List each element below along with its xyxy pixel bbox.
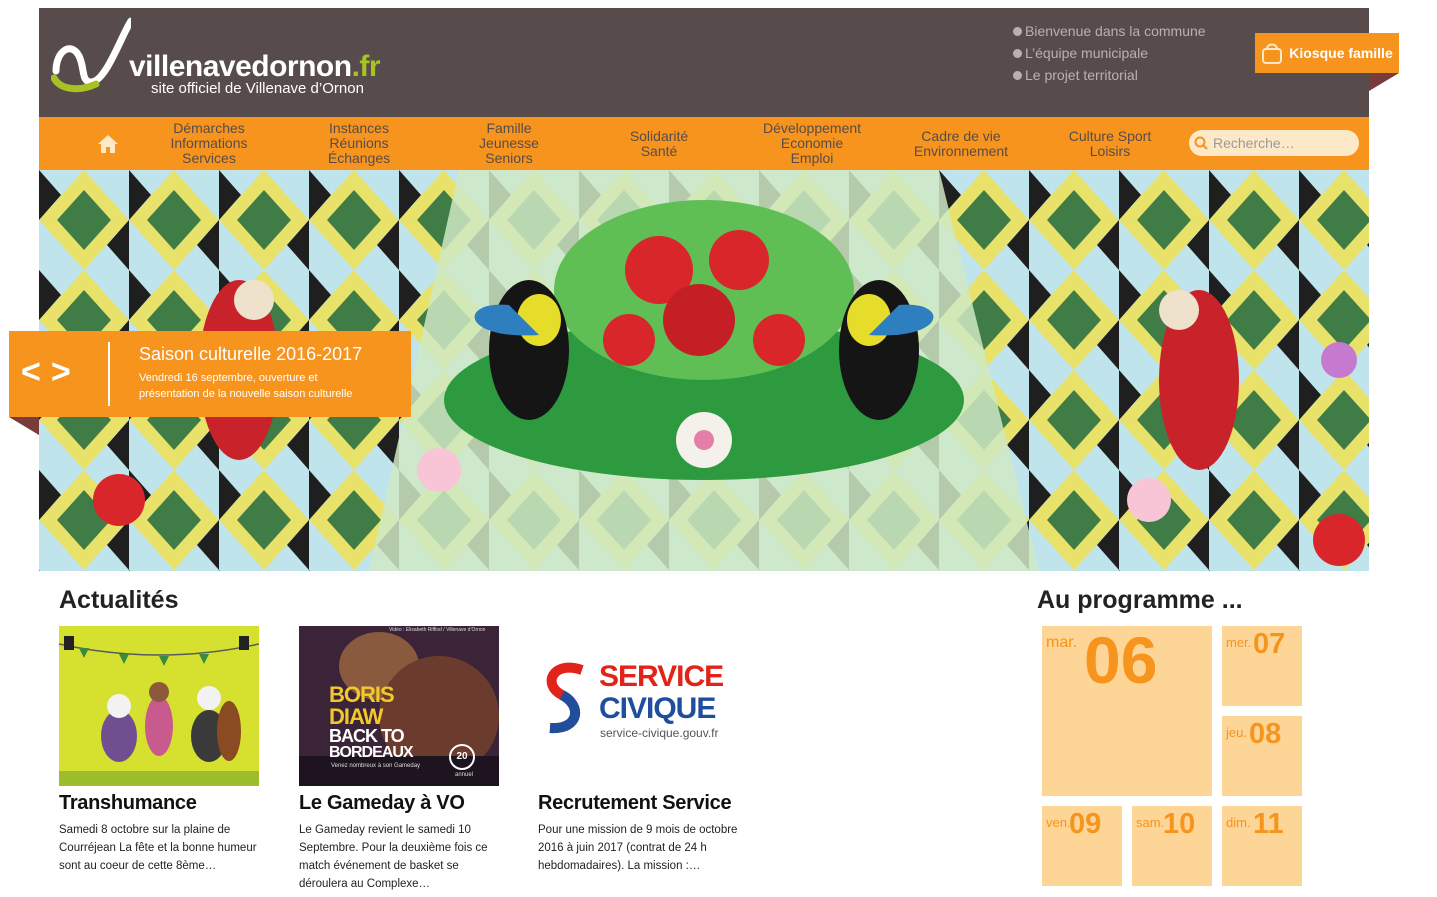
news-title[interactable]: Transhumance [59,792,259,815]
logo-tagline: site officiel de Villenave d’Ornon [151,80,364,97]
bullet-icon [1013,71,1022,80]
nav-item-culture[interactable]: Culture Sport Loisirs [1046,117,1174,170]
slider-caption: < > Saison culturelle 2016-2017 Vendredi… [9,331,411,417]
gameday-badge-sub: annuel [455,772,474,778]
top-links: Bienvenue dans la commune L’équipe munic… [1013,20,1206,86]
day-number: 07 [1253,628,1286,660]
ribbon-fold [1369,73,1399,91]
slider-arrows: < > [21,355,71,389]
nav-item-solidarite[interactable]: Solidarité Santé [595,117,723,170]
slide-title[interactable]: Saison culturelle 2016-2017 [139,344,362,365]
main-nav: Démarches Informations Services Instance… [39,117,1369,170]
news-excerpt: Pour une mission de 9 mois de octobre 20… [538,824,738,872]
weekday-label: jeu. [1226,725,1247,740]
weekday-label: sam. [1136,815,1165,830]
gameday-line5: Venez nombreux à son Gameday [331,763,421,769]
day-number: 11 [1253,808,1284,840]
site-logo[interactable]: villenavedornon.fr site officiel de Vill… [51,16,391,106]
agenda-heading: Au programme ... [1037,586,1243,614]
news-excerpt: Samedi 8 octobre sur la plaine de Courré… [59,824,257,872]
slider-next-button[interactable]: > [51,355,71,389]
logo-tld: .fr [351,50,381,83]
nav-item-famille[interactable]: Famille Jeunesse Seniors [445,117,573,170]
logo-mark-icon [51,17,131,93]
top-link-label: Bienvenue dans la commune [1025,23,1206,39]
nav-item-cadre-de-vie[interactable]: Cadre de vie Environnement [897,117,1025,170]
top-link-projet[interactable]: Le projet territorial [1013,64,1206,86]
service-civique-line2: CIVIQUE [599,692,716,725]
weekday-label: mer. [1226,635,1252,650]
transhumance-illustration [59,626,259,786]
bullet-icon [1013,27,1022,36]
top-link-label: L’équipe municipale [1025,45,1148,61]
nav-item-instances[interactable]: Instances Réunions Échanges [295,117,423,170]
agenda-day-11[interactable]: dim. 11 [1222,806,1302,886]
kiosque-famille-button[interactable]: Kiosque famille [1255,33,1399,73]
gameday-line4: BORDEAUX [329,744,414,761]
logo-name: villenavedornon [129,50,352,83]
top-link-equipe[interactable]: L’équipe municipale [1013,42,1206,64]
top-link-label: Le projet territorial [1025,67,1138,83]
search-box [1189,130,1359,156]
day-number: 06 [1084,623,1158,697]
news-heading: Actualités [59,586,179,614]
nav-item-demarches[interactable]: Démarches Informations Services [145,117,273,170]
agenda-day-08[interactable]: jeu. 08 [1222,716,1302,796]
nav-item-developpement[interactable]: Développement Economie Emploi [745,117,879,170]
news-title[interactable]: Recrutement Service [538,792,738,815]
weekday-label: mar. [1046,634,1078,651]
logo-wordmark: villenavedornon.fr [129,50,381,84]
gameday-credit: Vidéo : Elisabeth Rifflod / Villenave d’… [389,627,486,633]
gameday-badge-num: 20 [456,751,468,762]
agenda-day-10[interactable]: sam. 10 [1132,806,1212,886]
day-number: 08 [1249,718,1282,750]
service-civique-logo-icon [546,662,584,734]
search-icon [1194,136,1208,150]
news-title[interactable]: Le Gameday à VO [299,792,499,815]
caption-divider [108,342,110,406]
day-number: 10 [1163,808,1196,840]
news-excerpt: Le Gameday revient le samedi 10 Septembr… [299,824,488,890]
service-civique-line1: SERVICE [599,660,724,693]
weekday-label: dim. [1226,815,1251,830]
slide-text: Vendredi 16 septembre, ouverture et prés… [139,372,353,400]
site-header: villenavedornon.fr site officiel de Vill… [39,8,1369,117]
gameday-badge: 20 [449,744,475,770]
slider-prev-button[interactable]: < [21,355,41,389]
weekday-label: ven. [1046,815,1071,830]
service-civique-url: service-civique.gouv.fr [600,726,719,740]
purse-icon [1262,43,1283,64]
agenda-day-06[interactable]: mar. 06 [1042,623,1212,796]
kiosque-label: Kiosque famille [1289,45,1393,61]
news-card-gameday[interactable]: Vidéo : Elisabeth Rifflod / Villenave d’… [299,626,499,893]
agenda-day-09[interactable]: ven. 09 [1042,806,1122,886]
top-link-bienvenue[interactable]: Bienvenue dans la commune [1013,20,1206,42]
news-card-transhumance[interactable]: Transhumance Samedi 8 octobre sur la pla… [59,626,259,875]
ribbon-fold [9,417,39,435]
news-image-gameday[interactable]: Vidéo : Elisabeth Rifflod / Villenave d’… [299,626,499,786]
day-number: 09 [1069,808,1102,840]
bullet-icon [1013,49,1022,58]
news-card-service-civique[interactable]: SERVICE CIVIQUE service-civique.gouv.fr … [538,626,738,875]
agenda-day-07[interactable]: mer. 07 [1222,626,1302,706]
home-icon[interactable] [97,133,119,155]
news-image-service-civique[interactable]: SERVICE CIVIQUE service-civique.gouv.fr [538,626,738,786]
news-image-transhumance[interactable] [59,626,259,786]
search-input[interactable] [1213,130,1353,156]
